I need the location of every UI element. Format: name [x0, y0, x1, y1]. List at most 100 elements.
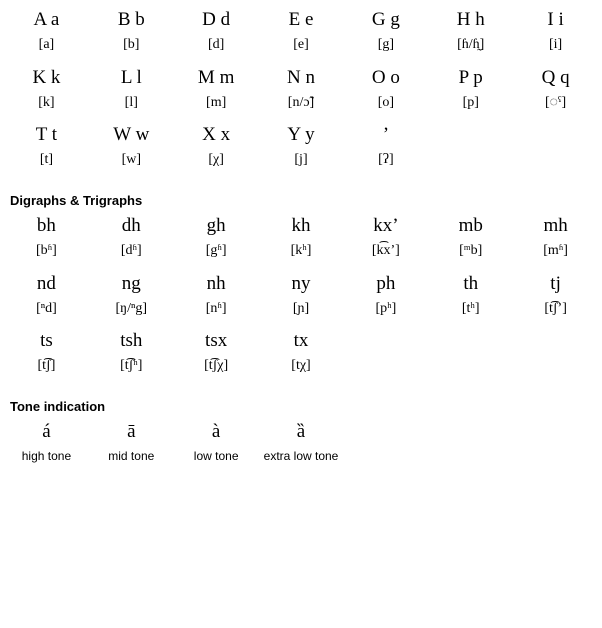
alphabet-row-3: T t W w X x Y y ’ [t] [w] [χ] [j] [ʔ] [4, 123, 598, 171]
ipa-cell: [l] [89, 93, 174, 114]
digraph-row-1: bh dh gh kh kx’ mb mh [bʱ] [dʱ] [gʱ] [kʰ… [4, 214, 598, 262]
letter-cell: O o [343, 66, 428, 91]
ipa-cell: [e] [259, 35, 344, 56]
letter-cell: tj [513, 272, 598, 297]
alphabet-row-1: A a B b D d E e G g H h I i [a] [b] [d] … [4, 8, 598, 56]
letter-cell [343, 420, 428, 445]
digraph-ipa-row: [t͡ʃ] [t͡ʃʰ] [t͡ʃχ] [tχ] [4, 356, 598, 377]
letter-cell: Y y [259, 123, 344, 148]
digraph-ipa-row: [ⁿd] [ŋ/ⁿg] [nʱ] [ɲ] [pʰ] [tʰ] [t͡ʃʼ] [4, 299, 598, 320]
letter-cell: Q q [513, 66, 598, 91]
ipa-cell: [nʱ] [174, 299, 259, 320]
ipa-cell: [t] [4, 150, 89, 171]
ipa-cell: [dʱ] [89, 241, 174, 262]
ipa-cell [343, 356, 428, 377]
tones-title: Tone indication [4, 387, 598, 420]
letter-cell: tsh [89, 329, 174, 354]
ipa-cell: [n/ɔ̃] [259, 93, 344, 114]
tone-label [343, 447, 428, 465]
letter-cell: E e [259, 8, 344, 33]
letter-cell: nd [4, 272, 89, 297]
ipa-cell: [b] [89, 35, 174, 56]
tone-letters-row: á ā à ȁ [4, 420, 598, 445]
ipa-cell [428, 150, 513, 171]
letter-cell: à [174, 420, 259, 445]
ipa-cell: [t͡ʃʼ] [513, 299, 598, 320]
letter-cell: tx [259, 329, 344, 354]
alphabet-letters-row: K k L l M m N n O o P p Q q [4, 66, 598, 91]
letter-cell: bh [4, 214, 89, 239]
letter-cell: D d [174, 8, 259, 33]
alphabet-letters-row: A a B b D d E e G g H h I i [4, 8, 598, 33]
ipa-cell: [d] [174, 35, 259, 56]
letter-cell [513, 420, 598, 445]
digraph-row-3: ts tsh tsx tx [t͡ʃ] [t͡ʃʰ] [t͡ʃχ] [tχ] [4, 329, 598, 377]
ipa-cell [513, 356, 598, 377]
letter-cell [513, 123, 598, 148]
letter-cell: W w [89, 123, 174, 148]
letter-cell [428, 123, 513, 148]
letter-cell: P p [428, 66, 513, 91]
letter-cell: X x [174, 123, 259, 148]
letter-cell: T t [4, 123, 89, 148]
ipa-cell: [tχ] [259, 356, 344, 377]
letter-cell: th [428, 272, 513, 297]
alphabet-ipa-row: [a] [b] [d] [e] [g] [ɦ/ɦ̰] [i] [4, 35, 598, 56]
tone-label: mid tone [89, 447, 174, 465]
letter-cell [513, 329, 598, 354]
letter-cell: G g [343, 8, 428, 33]
ipa-cell: [ɲ] [259, 299, 344, 320]
ipa-cell: [t͡ʃʰ] [89, 356, 174, 377]
ipa-cell: [p] [428, 93, 513, 114]
ipa-cell: [t͡ʃ] [4, 356, 89, 377]
ipa-cell [428, 356, 513, 377]
digraph-letters-row: ts tsh tsx tx [4, 329, 598, 354]
digraphs-title: Digraphs & Trigraphs [4, 181, 598, 214]
tone-label [513, 447, 598, 465]
letter-cell [343, 329, 428, 354]
letter-cell: ph [343, 272, 428, 297]
ipa-cell: [k] [4, 93, 89, 114]
letter-cell: gh [174, 214, 259, 239]
letter-cell: mh [513, 214, 598, 239]
ipa-cell [513, 150, 598, 171]
letter-cell: kh [259, 214, 344, 239]
ipa-cell: [kʰ] [259, 241, 344, 262]
letter-cell: I i [513, 8, 598, 33]
letter-cell [428, 329, 513, 354]
ipa-cell: [bʱ] [4, 241, 89, 262]
alphabet-ipa-row: [t] [w] [χ] [j] [ʔ] [4, 150, 598, 171]
tone-label [428, 447, 513, 465]
ipa-cell: [ɦ/ɦ̰] [428, 35, 513, 56]
letter-cell: mb [428, 214, 513, 239]
ipa-cell: [pʰ] [343, 299, 428, 320]
tone-label: extra low tone [259, 447, 344, 465]
ipa-cell: [mʱ] [513, 241, 598, 262]
letter-cell: kx’ [343, 214, 428, 239]
letter-cell: H h [428, 8, 513, 33]
ipa-cell: [t͡ʃχ] [174, 356, 259, 377]
letter-cell: K k [4, 66, 89, 91]
letter-cell: ȁ [259, 420, 344, 445]
ipa-cell: [ʔ] [343, 150, 428, 171]
ipa-cell: [g] [343, 35, 428, 56]
ipa-cell: [◌ˤ] [513, 93, 598, 114]
ipa-cell: [a] [4, 35, 89, 56]
ipa-cell: [tʰ] [428, 299, 513, 320]
letter-cell: ny [259, 272, 344, 297]
letter-cell: L l [89, 66, 174, 91]
digraph-row-2: nd ng nh ny ph th tj [ⁿd] [ŋ/ⁿg] [nʱ] [ɲ… [4, 272, 598, 320]
ipa-cell: [m] [174, 93, 259, 114]
digraph-letters-row: nd ng nh ny ph th tj [4, 272, 598, 297]
ipa-cell: [ⁿd] [4, 299, 89, 320]
letter-cell: nh [174, 272, 259, 297]
ipa-cell: [j] [259, 150, 344, 171]
letter-cell: ng [89, 272, 174, 297]
alphabet-row-2: K k L l M m N n O o P p Q q [k] [l] [m] … [4, 66, 598, 114]
letter-cell: N n [259, 66, 344, 91]
letter-cell: ts [4, 329, 89, 354]
letter-cell: dh [89, 214, 174, 239]
ipa-cell: [w] [89, 150, 174, 171]
tone-label: low tone [174, 447, 259, 465]
digraph-ipa-row: [bʱ] [dʱ] [gʱ] [kʰ] [k͡xʼ] [ᵐb] [mʱ] [4, 241, 598, 262]
